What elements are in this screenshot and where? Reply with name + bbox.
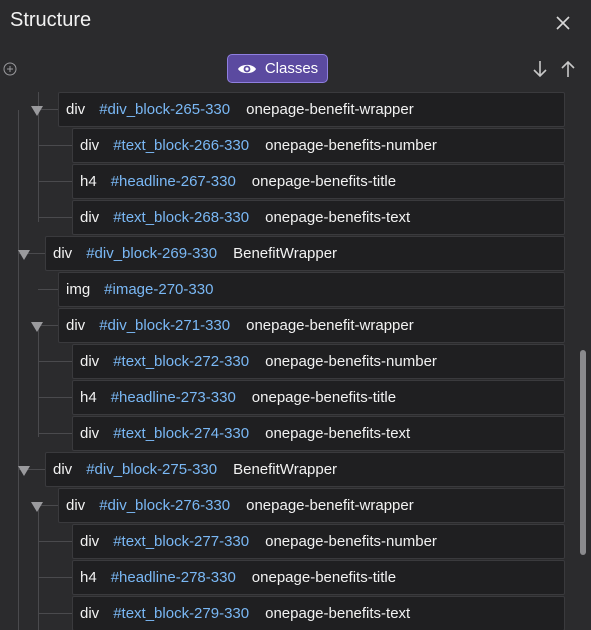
panel-header: Structure	[0, 0, 591, 44]
element-class: onepage-benefit-wrapper	[246, 317, 414, 334]
collapse-triangle-icon[interactable]	[30, 500, 44, 512]
tree-row[interactable]: div #div_block-275-330 BenefitWrapper	[45, 452, 565, 487]
tree-row[interactable]: div #div_block-276-330 onepage-benefit-wra…	[58, 488, 565, 523]
structure-tree: div #div_block-265-330 onepage-benefit-wra…	[0, 92, 575, 630]
tree-guide-line	[18, 110, 19, 630]
structure-panel: Structure Classes div #div_block-265-330 o…	[0, 0, 591, 630]
tree-row[interactable]: div #text_block-274-330 onepage-benefits-t…	[72, 416, 565, 451]
tree-guide-line	[38, 325, 39, 437]
collapse-triangle-icon[interactable]	[17, 248, 31, 260]
classes-toggle-button[interactable]: Classes	[227, 54, 328, 83]
tree-row[interactable]: div #div_block-265-330 onepage-benefit-wra…	[58, 92, 565, 127]
tree-connector	[38, 577, 72, 578]
element-tag: div	[53, 461, 73, 478]
element-tag: h4	[80, 389, 97, 406]
tree-connector	[38, 361, 72, 362]
element-id: #div_block-265-330	[99, 101, 231, 118]
arrow-up-icon[interactable]	[560, 59, 576, 79]
tree-row[interactable]: img #image-270-330	[58, 272, 565, 307]
element-tag: div	[80, 353, 100, 370]
tree-row[interactable]: div #text_block-268-330 onepage-benefits-t…	[72, 200, 565, 235]
tree-connector	[38, 217, 72, 218]
panel-title: Structure	[10, 9, 92, 31]
element-class: BenefitWrapper	[233, 461, 338, 478]
collapse-triangle-icon[interactable]	[30, 320, 44, 332]
tree-guide-line	[38, 505, 39, 630]
element-class: onepage-benefits-number	[265, 137, 437, 154]
element-class: onepage-benefits-number	[265, 533, 437, 550]
element-class: onepage-benefit-wrapper	[246, 497, 414, 514]
element-id: #headline-267-330	[110, 173, 236, 190]
tree-connector	[38, 397, 72, 398]
element-id: #text_block-266-330	[113, 137, 250, 154]
element-tag: div	[80, 137, 100, 154]
close-icon[interactable]	[552, 12, 574, 34]
tree-connector	[38, 145, 72, 146]
tree-scrollbar[interactable]	[580, 350, 586, 555]
element-tag: div	[80, 425, 100, 442]
element-id: #div_block-269-330	[86, 245, 218, 262]
tree-connector	[38, 289, 58, 290]
element-tag: div	[80, 605, 100, 622]
tree-row[interactable]: div #text_block-272-330 onepage-benefits-n…	[72, 344, 565, 379]
element-id: #text_block-272-330	[113, 353, 250, 370]
element-class: onepage-benefits-title	[251, 173, 397, 190]
element-class: onepage-benefits-title	[251, 569, 397, 586]
tree-connector	[38, 433, 72, 434]
arrow-down-icon[interactable]	[532, 59, 548, 79]
element-tag: div	[80, 209, 100, 226]
element-tag: div	[66, 101, 86, 118]
element-id: #headline-273-330	[110, 389, 236, 406]
element-tag: div	[66, 497, 86, 514]
element-tag: div	[66, 317, 86, 334]
element-class: onepage-benefits-text	[265, 425, 411, 442]
element-class: onepage-benefits-text	[265, 209, 411, 226]
element-tag: div	[80, 533, 100, 550]
element-id: #headline-278-330	[110, 569, 236, 586]
collapse-triangle-icon[interactable]	[17, 464, 31, 476]
element-tag: h4	[80, 569, 97, 586]
element-id: #text_block-277-330	[113, 533, 250, 550]
eye-icon	[237, 62, 257, 76]
tree-row[interactable]: div #text_block-279-330 onepage-benefits-t…	[72, 596, 565, 630]
collapse-triangle-icon[interactable]	[30, 104, 44, 116]
tree-row[interactable]: h4 #headline-278-330 onepage-benefits-titl…	[72, 560, 565, 595]
element-id: #text_block-274-330	[113, 425, 250, 442]
element-id: #div_block-276-330	[99, 497, 231, 514]
element-id: #image-270-330	[104, 281, 214, 298]
add-circle-icon[interactable]	[3, 62, 17, 76]
element-class: onepage-benefits-title	[251, 389, 397, 406]
element-class: onepage-benefits-text	[265, 605, 411, 622]
element-class: onepage-benefit-wrapper	[246, 101, 414, 118]
tree-connector	[38, 181, 72, 182]
element-class: onepage-benefits-number	[265, 353, 437, 370]
element-class: BenefitWrapper	[233, 245, 338, 262]
tree-row[interactable]: div #text_block-266-330 onepage-benefits-n…	[72, 128, 565, 163]
tree-row[interactable]: h4 #headline-267-330 onepage-benefits-titl…	[72, 164, 565, 199]
tree-row[interactable]: h4 #headline-273-330 onepage-benefits-titl…	[72, 380, 565, 415]
element-id: #div_block-271-330	[99, 317, 231, 334]
element-id: #text_block-268-330	[113, 209, 250, 226]
classes-button-label: Classes	[264, 60, 319, 77]
element-tag: div	[53, 245, 73, 262]
element-id: #text_block-279-330	[113, 605, 250, 622]
element-tag: h4	[80, 173, 97, 190]
tree-row[interactable]: div #div_block-271-330 onepage-benefit-wra…	[58, 308, 565, 343]
tree-connector	[38, 541, 72, 542]
element-tag: img	[66, 281, 91, 298]
element-id: #div_block-275-330	[86, 461, 218, 478]
tree-row[interactable]: div #text_block-277-330 onepage-benefits-n…	[72, 524, 565, 559]
tree-row[interactable]: div #div_block-269-330 BenefitWrapper	[45, 236, 565, 271]
tree-connector	[38, 613, 72, 614]
